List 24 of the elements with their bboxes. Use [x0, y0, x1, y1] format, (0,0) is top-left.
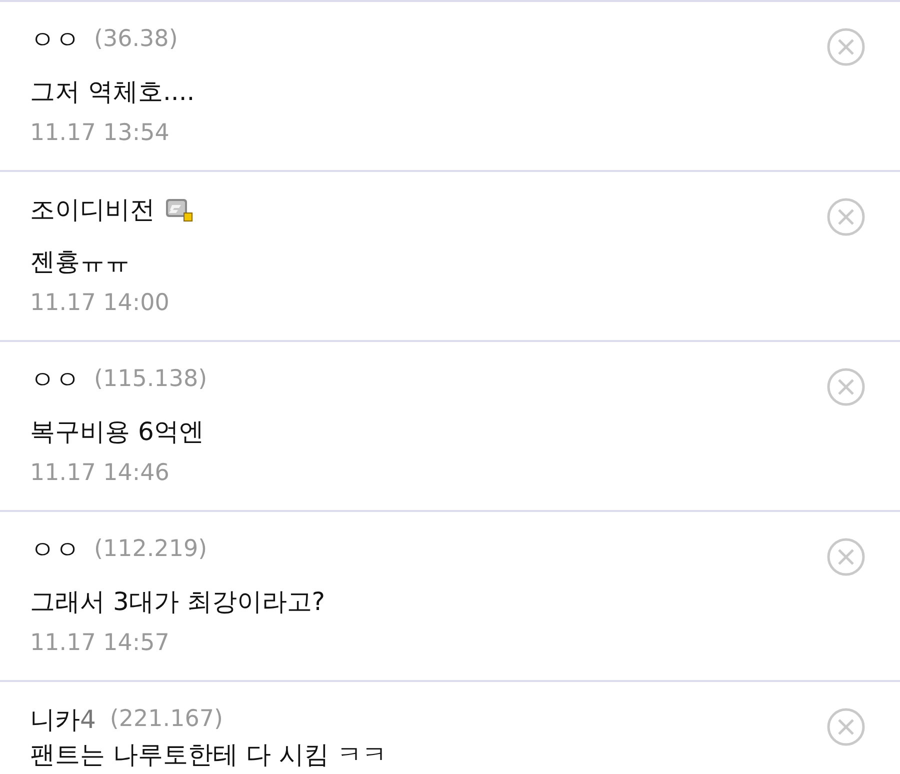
comment-time: 11.17 13:54: [30, 119, 170, 148]
comment-text: 그래서 3대가 최강이라고?: [30, 586, 326, 618]
author-ip: (221.167): [110, 706, 223, 732]
comment-text: 그저 역체호....: [30, 76, 195, 108]
comment-text: 복구비용 6억엔: [30, 416, 205, 448]
author-ip: (36.38): [94, 26, 178, 52]
author-ip: (112.219): [94, 536, 208, 562]
author-suffix: 4: [80, 704, 96, 734]
close-icon[interactable]: [826, 197, 866, 237]
close-icon[interactable]: [826, 367, 866, 407]
comment-text: 젠흉ㅠㅠ: [30, 246, 131, 278]
close-icon[interactable]: [826, 707, 866, 747]
comment-time: 11.17 14:57: [30, 629, 170, 658]
author-name: 니카: [30, 704, 80, 736]
close-icon[interactable]: [826, 537, 866, 577]
close-icon[interactable]: [826, 27, 866, 67]
author-ip: (115.138): [94, 366, 208, 392]
comment-time: 11.17 14:00: [30, 289, 170, 318]
comment-text: 팬트는 나루토한테 다 시킴 ㅋㅋ: [30, 740, 387, 770]
author-name: ㅇㅇ: [30, 364, 80, 396]
author-name: ㅇㅇ: [30, 24, 80, 56]
author-name: ㅇㅇ: [30, 534, 80, 566]
author-name: 조이디비전: [30, 194, 155, 226]
comment-time: 11.17 14:46: [30, 459, 170, 488]
